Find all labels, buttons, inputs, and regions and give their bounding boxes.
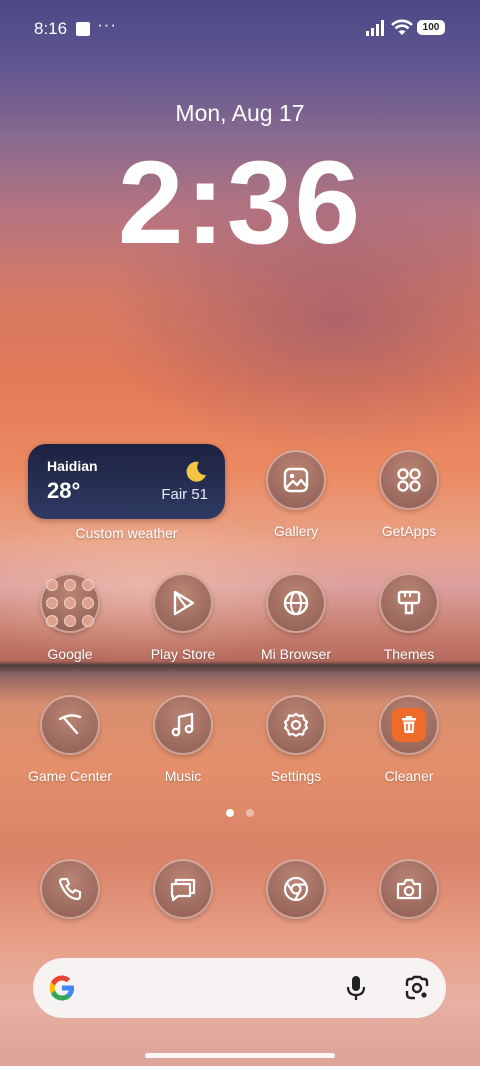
wifi-icon — [391, 19, 413, 35]
page-dot-1[interactable] — [226, 809, 234, 817]
google-search-bar[interactable] — [33, 958, 446, 1018]
getapps-icon — [397, 468, 421, 492]
app-music[interactable]: Music — [133, 695, 233, 784]
clock-widget[interactable]: 2:36 — [0, 128, 480, 278]
globe-icon — [283, 590, 309, 616]
paint-brush-icon — [397, 590, 421, 615]
app-label: Music — [164, 768, 202, 784]
dock-phone[interactable] — [20, 859, 120, 919]
music-note-icon — [171, 712, 194, 737]
chrome-icon — [283, 876, 309, 902]
page-indicator[interactable] — [0, 809, 480, 817]
dock-camera[interactable] — [359, 859, 459, 919]
weather-city: Haidian — [47, 458, 98, 474]
folder-preview-icon — [46, 579, 94, 627]
message-icon — [170, 878, 196, 902]
notification-square-icon — [76, 22, 90, 36]
app-cleaner[interactable]: Cleaner — [359, 695, 459, 784]
status-bar: 8:16 ··· 100 — [0, 0, 480, 56]
google-logo-icon — [49, 975, 74, 1001]
dock-chrome[interactable] — [246, 859, 346, 919]
app-label: Themes — [383, 646, 435, 662]
app-label: Play Store — [150, 646, 216, 662]
dock-messages[interactable] — [133, 859, 233, 919]
weather-widget[interactable]: Haidian 28° Fair 51 — [28, 444, 225, 519]
weather-condition: Fair 51 — [161, 486, 208, 503]
app-label: Gallery — [273, 523, 319, 539]
trash-icon — [402, 716, 416, 733]
app-themes[interactable]: Themes — [359, 573, 459, 662]
app-label: Settings — [270, 768, 322, 784]
app-settings[interactable]: Settings — [246, 695, 346, 784]
app-gallery[interactable]: Gallery — [246, 450, 346, 539]
play-store-icon — [173, 590, 195, 616]
app-game-center[interactable]: Game Center — [20, 695, 120, 784]
app-play-store[interactable]: Play Store — [133, 573, 233, 662]
app-label: Game Center — [27, 768, 113, 784]
signal-icon — [366, 20, 384, 36]
app-label: Mi Browser — [260, 646, 331, 662]
app-mi-browser[interactable]: Mi Browser — [246, 573, 346, 662]
weather-temperature: 28° — [47, 478, 81, 503]
google-lens-icon[interactable] — [403, 974, 431, 1002]
folder-google[interactable]: Google — [20, 573, 120, 662]
app-label: Cleaner — [384, 768, 434, 784]
page-dot-2[interactable] — [246, 809, 254, 817]
moon-icon — [186, 461, 206, 482]
game-center-icon — [58, 714, 82, 735]
weather-widget-label: Custom weather — [75, 525, 178, 541]
app-label: Google — [47, 646, 93, 662]
mic-icon[interactable] — [343, 974, 369, 1002]
app-label: GetApps — [381, 523, 437, 539]
more-notifications-icon: ··· — [97, 15, 117, 34]
gear-icon — [283, 712, 309, 738]
gallery-icon — [283, 467, 309, 493]
status-time: 8:16 — [34, 19, 68, 38]
camera-icon — [396, 878, 422, 900]
gesture-navigation-handle[interactable] — [145, 1053, 335, 1058]
app-getapps[interactable]: GetApps — [359, 450, 459, 539]
battery-icon: 100 — [417, 20, 445, 35]
phone-icon — [58, 877, 82, 901]
date-label[interactable]: Mon, Aug 17 — [0, 100, 480, 127]
